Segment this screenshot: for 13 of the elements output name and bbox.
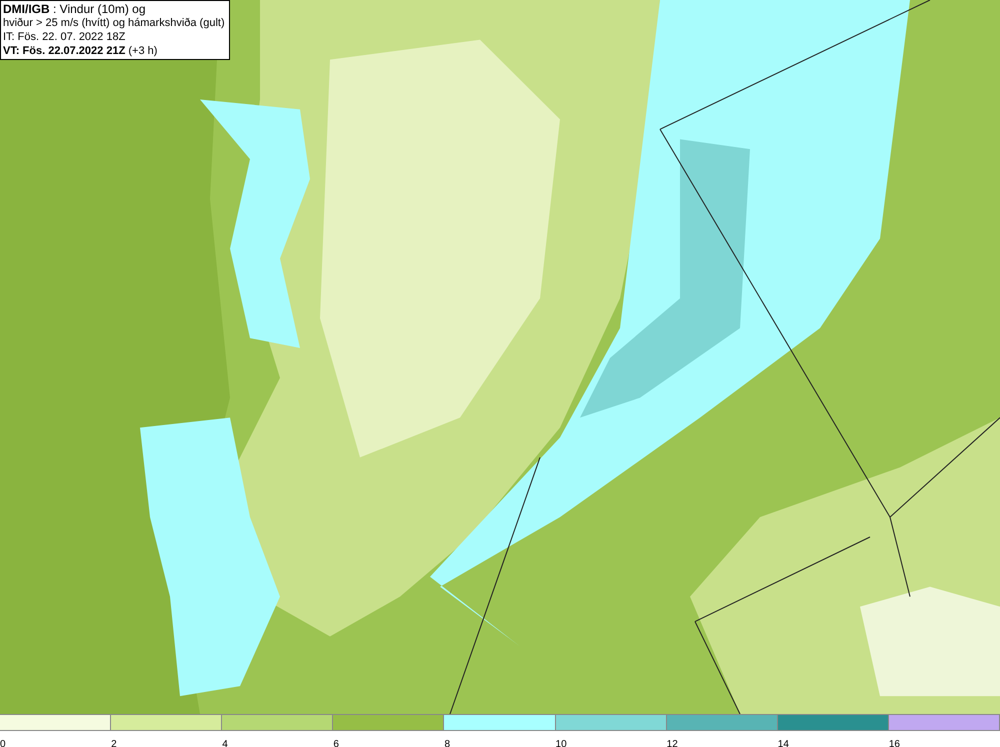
info-text: hviður > 25 m/s (hvítt) og hámarkshviða (gult) — [3, 16, 226, 30]
legend-label: 12 — [666, 739, 678, 747]
info-text: IT: Fös. 22. 07. 2022 18Z — [3, 30, 126, 44]
info-text: DMI/IGB : Vindur (10m) og — [3, 2, 146, 16]
legend-label: 2 — [111, 739, 117, 747]
legend-label: 6 — [333, 739, 339, 747]
legend-label: 8 — [444, 739, 450, 747]
legend-label: 14 — [778, 739, 789, 747]
info-text: VT: Fös. 22.07.2022 21Z (+3 h) — [3, 44, 158, 58]
legend-label: 10 — [556, 739, 567, 747]
legend-label: 4 — [222, 739, 228, 747]
legend-label: 0 — [0, 739, 6, 747]
legend-label: 16 — [888, 739, 900, 747]
